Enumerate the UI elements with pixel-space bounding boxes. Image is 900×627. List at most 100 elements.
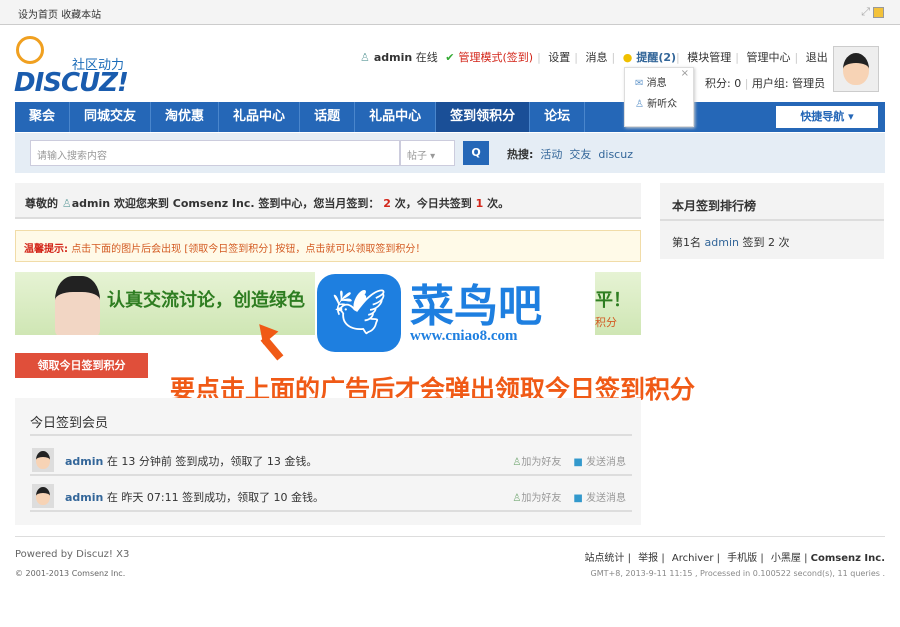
close-icon[interactable]: × bbox=[681, 68, 689, 79]
divider bbox=[30, 434, 632, 436]
reminders-link[interactable]: 提醒(2) bbox=[636, 51, 676, 64]
popup-listener-label: 新听众 bbox=[647, 99, 678, 110]
avatar[interactable] bbox=[833, 46, 879, 92]
footer-link[interactable]: 小黑屋 bbox=[771, 553, 801, 564]
user-icon: ♙ bbox=[360, 51, 370, 64]
welcome-prefix: 尊敬的 bbox=[25, 197, 58, 210]
list-item: admin 在 13 分钟前 签到成功，领取了 13 金钱。 ♙加为好友 ■ 发送… bbox=[30, 442, 632, 476]
settings-link[interactable]: 设置 bbox=[548, 51, 570, 64]
nav-item[interactable]: 淘优惠 bbox=[151, 102, 220, 132]
reminder-popup: × ✉ 消息 ♙ 新听众 bbox=[624, 67, 694, 127]
set-home-link[interactable]: 设为首页 bbox=[18, 10, 58, 21]
footer-link[interactable]: 手机版 bbox=[727, 553, 757, 564]
member-text: 在 昨天 07:11 签到成功，领取了 10 金钱。 bbox=[106, 491, 325, 504]
user-icon: ♙ bbox=[61, 197, 72, 210]
footer-link[interactable]: Archiver bbox=[672, 553, 714, 564]
nav-item[interactable]: 聚会 bbox=[15, 102, 71, 132]
search-bar: 请输入搜索内容 帖子 ▾ Q 热搜: 活动 交友 discuz bbox=[15, 133, 885, 173]
popup-listener-item[interactable]: ♙ 新听众 bbox=[635, 95, 693, 110]
hot-link[interactable]: 交友 bbox=[569, 148, 591, 161]
username-link[interactable]: admin bbox=[374, 51, 412, 64]
processing-info: GMT+8, 2013-9-11 11:15 , Processed in 0.… bbox=[590, 569, 885, 578]
add-friend-link[interactable]: ♙加为好友 bbox=[512, 493, 561, 504]
quick-nav-button[interactable]: 快捷导航 ▾ bbox=[776, 106, 878, 128]
portal-admin-link[interactable]: 模块管理 bbox=[687, 51, 731, 64]
person-icon: ♙ bbox=[635, 99, 644, 110]
rank-position: 第1名 bbox=[672, 236, 701, 249]
nav-item[interactable]: 论坛 bbox=[530, 102, 586, 132]
nav-item[interactable]: 礼品中心 bbox=[219, 102, 301, 132]
welcome-text: 次，今日共签到 bbox=[394, 197, 472, 210]
main-nav: 聚会 同城交友 淘优惠 礼品中心 话题 礼品中心 签到领积分 论坛 bbox=[15, 102, 885, 132]
notice-box: 温馨提示: 点击下面的图片后会出现 [领取今日签到积分] 按钮，点击就可以领取签… bbox=[15, 230, 641, 262]
claim-points-button[interactable]: 领取今日签到积分 bbox=[15, 353, 148, 378]
hot-link[interactable]: discuz bbox=[598, 148, 633, 161]
powered-by[interactable]: Powered by Discuz! X3 bbox=[15, 549, 129, 560]
expand-icon[interactable]: ⤢ bbox=[861, 5, 870, 19]
footer-link[interactable]: Comsenz Inc. bbox=[811, 553, 885, 564]
mail-icon: ✉ bbox=[635, 78, 644, 89]
rank-item: 第1名 admin 签到 2 次 bbox=[672, 234, 789, 250]
rank-count: 签到 2 次 bbox=[742, 236, 790, 249]
search-input[interactable]: 请输入搜索内容 bbox=[30, 140, 400, 166]
nav-item[interactable]: 礼品中心 bbox=[355, 102, 437, 132]
section-title: 本月签到排行榜 bbox=[672, 199, 757, 213]
search-type-select[interactable]: 帖子 ▾ bbox=[400, 140, 455, 166]
top-bar: 设为首页 收藏本站 ⤢ bbox=[0, 0, 900, 25]
footer: Powered by Discuz! X3 © 2001-2013 Comsen… bbox=[15, 536, 885, 578]
admin-center-link[interactable]: 管理中心 bbox=[746, 51, 790, 64]
avatar[interactable] bbox=[32, 484, 54, 508]
check-icon: ✔ bbox=[445, 51, 455, 64]
avatar[interactable] bbox=[32, 448, 54, 472]
today-members: 今日签到会员 admin 在 13 分钟前 签到成功，领取了 13 金钱。 ♙加… bbox=[15, 398, 641, 525]
messages-link[interactable]: 消息 bbox=[586, 51, 608, 64]
footer-links: 站点统计 | 举报 | Archiver | 手机版 | 小黑屋 | Comse… bbox=[584, 553, 885, 564]
nav-item-active[interactable]: 签到领积分 bbox=[436, 102, 531, 132]
welcome-message: 尊敬的 ♙admin 欢迎您来到 Comsenz Inc. 签到中心，您当月签到… bbox=[15, 183, 641, 219]
bulb-icon bbox=[16, 36, 44, 64]
nav-item[interactable]: 同城交友 bbox=[70, 102, 152, 132]
member-link[interactable]: admin bbox=[65, 491, 103, 504]
usergroup-link[interactable]: 用户组: 管理员 bbox=[752, 77, 825, 90]
divider bbox=[660, 219, 884, 221]
send-message-link[interactable]: ■ 发送消息 bbox=[573, 457, 626, 468]
bird-icon: 🕊 bbox=[317, 274, 401, 352]
message-icon: ■ bbox=[573, 493, 583, 504]
logout-link[interactable]: 退出 bbox=[806, 51, 828, 64]
popup-message-label: 消息 bbox=[646, 78, 667, 89]
hot-link[interactable]: 活动 bbox=[540, 148, 562, 161]
lightbulb-icon: ● bbox=[622, 51, 633, 64]
member-text: 在 13 分钟前 签到成功，领取了 13 金钱。 bbox=[106, 455, 318, 468]
banner-text: 认真交流讨论，创造绿色 bbox=[107, 290, 305, 311]
member-link[interactable]: admin bbox=[65, 455, 103, 468]
logo[interactable]: 社区动力 DISCUZ! bbox=[14, 36, 144, 98]
hot-searches: 热搜: 活动 交友 discuz bbox=[507, 146, 633, 162]
welcome-user[interactable]: admin bbox=[72, 197, 110, 210]
watermark-url: www.cniao8.com bbox=[410, 328, 518, 344]
notice-text: 点击下面的图片后会出现 [领取今日签到积分] 按钮，点击就可以领取签到积分！ bbox=[71, 244, 426, 255]
monthly-ranking: 本月签到排行榜 第1名 admin 签到 2 次 bbox=[660, 183, 884, 259]
message-icon: ■ bbox=[573, 457, 583, 468]
rank-user-link[interactable]: admin bbox=[705, 236, 739, 249]
style-icon[interactable] bbox=[873, 7, 884, 18]
send-message-link[interactable]: ■ 发送消息 bbox=[573, 493, 626, 504]
footer-link[interactable]: 站点统计 bbox=[584, 553, 624, 564]
add-friend-icon: ♙ bbox=[512, 457, 522, 468]
watermark: 🕊 菜鸟吧 www.cniao8.com bbox=[315, 268, 595, 352]
online-status: 在线 bbox=[415, 51, 438, 64]
today-count: 1 bbox=[475, 197, 484, 210]
list-item: admin 在 昨天 07:11 签到成功，领取了 10 金钱。 ♙加为好友 ■ … bbox=[30, 478, 632, 512]
notice-label: 温馨提示: bbox=[24, 244, 68, 255]
nav-item[interactable]: 话题 bbox=[300, 102, 356, 132]
credits-link[interactable]: 积分: 0 bbox=[705, 77, 741, 90]
logo-word: DISCUZ! bbox=[14, 68, 129, 98]
favorite-link[interactable]: 收藏本站 bbox=[61, 10, 101, 21]
footer-link[interactable]: 举报 bbox=[638, 553, 658, 564]
watermark-name: 菜鸟吧 bbox=[410, 281, 542, 332]
add-friend-link[interactable]: ♙加为好友 bbox=[512, 457, 561, 468]
search-button[interactable]: Q bbox=[463, 141, 489, 165]
avatar-face bbox=[843, 53, 869, 85]
hot-label: 热搜: bbox=[507, 148, 534, 161]
admin-mode-link[interactable]: 管理模式(签到) bbox=[458, 51, 533, 64]
user-bar: ♙ admin 在线 ✔ 管理模式(签到) | 设置 | 消息 | ● 提醒(2)| 模块管… bbox=[360, 51, 828, 64]
